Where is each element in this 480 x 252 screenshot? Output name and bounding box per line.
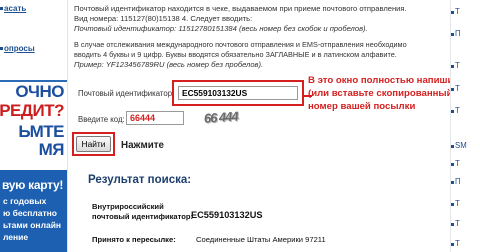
intro-text: вводить 4 буквы и 9 цифр. Буквы вводятся… <box>74 50 397 59</box>
right-sidebar-item[interactable]: Т <box>455 7 460 16</box>
intro-example: Почтовый идентификатор: 11512780151384 (… <box>74 24 368 33</box>
result-label-line: Внутрироссийский <box>92 202 164 211</box>
tracking-form-area: Почтовый идентификатор находится в чеке,… <box>68 0 450 252</box>
right-sidebar-item[interactable]: П <box>455 177 461 186</box>
right-sidebar-item[interactable]: Т <box>455 239 460 248</box>
result-label-line: почтовый идентификатор: <box>92 212 194 221</box>
sidebar-link-write[interactable]: асать <box>4 4 26 13</box>
right-sidebar-item[interactable]: Т <box>455 106 460 115</box>
sidebar-link-questions[interactable]: опросы <box>4 44 35 53</box>
card-ad-banner[interactable]: вую карту! с годовых ю бесплатно ьтами о… <box>0 170 67 252</box>
tracking-id-input[interactable]: EC559103132US <box>178 86 298 100</box>
bullet-icon <box>451 110 454 113</box>
bullet-icon <box>451 11 454 14</box>
accepted-value: Соединенные Штаты Америки 97211 <box>196 235 326 244</box>
bullet-icon <box>451 145 454 148</box>
credit-ad-line: ЬМТЕ <box>18 122 64 141</box>
left-sidebar: асать опросы ОЧНО КРЕДИТ? ЬМТЕ МЯ вую ка… <box>0 0 68 252</box>
captcha-code-label: Введите код: <box>78 115 125 124</box>
bullet-icon <box>451 88 454 91</box>
intro-text: В случае отслеживания международного поч… <box>74 40 407 49</box>
callout-line: (или вставьте скопированный) <box>308 88 450 99</box>
bullet-icon <box>451 181 454 184</box>
bullet-icon <box>0 47 3 50</box>
card-ad-title: вую карту! <box>2 178 64 192</box>
callout-line: В это окно полностью напишите <box>308 75 450 86</box>
bullet-icon <box>0 7 3 10</box>
credit-ad-banner[interactable]: ОЧНО КРЕДИТ? ЬМТЕ МЯ <box>0 80 67 160</box>
bullet-icon <box>451 163 454 166</box>
bullet-icon <box>451 243 454 246</box>
instruction-callout: В это окно полностью напишите (или встав… <box>308 74 450 113</box>
tracking-id-label: Почтовый идентификатор: <box>78 89 175 98</box>
captcha-code-input[interactable]: 66444 <box>126 111 184 125</box>
right-sidebar-item[interactable]: Т <box>455 61 460 70</box>
bullet-icon <box>451 203 454 206</box>
bullet-icon <box>451 33 454 36</box>
card-ad-line: ление <box>3 232 29 242</box>
captcha-image: 66 444 <box>203 108 239 126</box>
credit-ad-line: КРЕДИТ? <box>0 101 64 120</box>
card-ad-line: ьтами онлайн <box>3 220 62 230</box>
bullet-icon <box>451 223 454 226</box>
right-sidebar-item[interactable]: Т <box>455 84 460 93</box>
accepted-label: Принято к пересылке: <box>92 235 176 244</box>
card-ad-line: с годовых <box>3 196 47 206</box>
press-hint: Нажмите <box>121 140 164 151</box>
credit-ad-line: МЯ <box>38 140 65 159</box>
callout-line: номер вашей посылки <box>308 101 416 112</box>
right-sidebar-item[interactable]: Т <box>455 199 460 208</box>
intro-text: Почтовый идентификатор находится в чеке,… <box>74 4 407 13</box>
result-label: Внутрироссийский почтовый идентификатор: <box>92 202 193 222</box>
credit-ad-line: ОЧНО <box>15 82 64 101</box>
right-sidebar: Т П Т Т Т SM Т П Т Т Т <box>450 0 480 252</box>
right-sidebar-item[interactable]: Т <box>455 219 460 228</box>
find-button[interactable]: Найти <box>76 136 111 152</box>
intro-text: Вид номера: 115127(80)15138 4. Следует в… <box>74 14 253 23</box>
result-tracking-id: EC559103132US <box>191 210 263 220</box>
right-sidebar-item[interactable]: Т <box>455 159 460 168</box>
bullet-icon <box>451 65 454 68</box>
result-title: Результат поиска: <box>88 174 192 186</box>
right-sidebar-item[interactable]: П <box>455 29 461 38</box>
intro-example: Пример: YF123456789RU (весь номер без пр… <box>74 60 264 69</box>
card-ad-line: ю бесплатно <box>3 208 57 218</box>
right-sidebar-item[interactable]: SM <box>455 141 467 150</box>
